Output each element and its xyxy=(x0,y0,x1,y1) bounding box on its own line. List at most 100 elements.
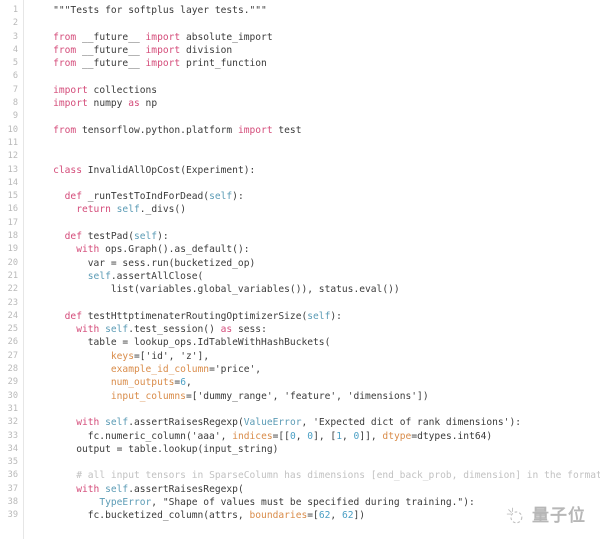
code-line[interactable]: 13 class InvalidAllOpCost(Experiment): xyxy=(0,164,600,177)
code-token: =[ xyxy=(185,390,198,402)
code-line[interactable]: 23 xyxy=(0,297,600,310)
code-token: =[ xyxy=(307,510,319,522)
code-line[interactable]: 21 self.assertAllClose( xyxy=(0,270,600,283)
code-token: , xyxy=(336,390,348,402)
code-token: """Tests for softplus layer tests.""" xyxy=(53,5,267,16)
code-line[interactable]: 28 example_id_column='price', xyxy=(0,363,600,376)
code-line[interactable]: 24 def testHttptimenaterRoutingOptimizer… xyxy=(0,310,600,323)
line-number: 17 xyxy=(7,217,18,228)
line-number: 3 xyxy=(12,31,18,42)
line-number: 29 xyxy=(7,377,18,388)
line-number: 36 xyxy=(7,470,18,481)
code-line[interactable]: 17 xyxy=(0,217,600,230)
code-token: tensorflow.python.platform xyxy=(76,124,238,136)
code-line[interactable]: 18 def testPad(self): xyxy=(0,230,600,243)
line-number: 19 xyxy=(7,244,18,255)
code-editor-content[interactable]: 1 """Tests for softplus layer tests.""" 2… xyxy=(0,0,600,523)
code-line[interactable]: 36 # all input tensors in SparseColumn h… xyxy=(0,469,600,482)
code-line[interactable]: 20 var = sess.run(bucketized_op) xyxy=(0,257,600,270)
code-line[interactable]: 31 xyxy=(0,403,600,416)
code-line[interactable]: 22 list(variables.global_variables()), s… xyxy=(0,283,600,296)
line-number: 11 xyxy=(7,137,18,148)
line-number: 33 xyxy=(7,430,18,441)
line-number: 22 xyxy=(7,284,18,295)
code-line-text: keys=['id', 'z'], xyxy=(18,350,209,363)
code-line[interactable]: 11 xyxy=(0,137,600,150)
code-token: __future__ xyxy=(76,31,146,43)
code-line[interactable]: 34 output = table.lookup(input_string) xyxy=(0,443,600,456)
code-line-text: import collections xyxy=(18,84,157,97)
code-line[interactable]: 32 with self.assertRaisesRegexp(ValueErr… xyxy=(0,416,600,429)
code-line-text: output = table.lookup(input_string) xyxy=(18,443,278,456)
code-token: _runTestToIndForDead( xyxy=(81,191,210,203)
line-number: 16 xyxy=(7,204,18,215)
code-token: 62 xyxy=(341,510,354,522)
code-line[interactable]: 1 """Tests for softplus layer tests.""" xyxy=(0,4,600,17)
code-token: num_outputs xyxy=(110,377,175,389)
code-token: as xyxy=(128,98,140,110)
code-line[interactable]: 15 def _runTestToIndForDead(self): xyxy=(0,190,600,203)
code-line[interactable]: 14 xyxy=(0,177,600,190)
code-token: fc.numeric_column( xyxy=(30,430,192,442)
code-line[interactable]: 37 with self.assertRaisesRegexp( xyxy=(0,483,600,496)
code-token: .assertAllClose( xyxy=(110,270,204,282)
code-line[interactable]: 10 from tensorflow.python.platform impor… xyxy=(0,124,600,137)
code-line[interactable]: 26 table = lookup_ops.IdTableWithHashBuc… xyxy=(0,336,600,349)
code-line-text: fc.numeric_column('aaa', indices=[[0, 0]… xyxy=(18,430,492,443)
code-line[interactable]: 33 fc.numeric_column('aaa', indices=[[0,… xyxy=(0,430,600,443)
code-line[interactable]: 2 xyxy=(0,17,600,30)
code-line[interactable]: 7 import collections xyxy=(0,84,600,97)
code-token: import xyxy=(145,58,181,70)
code-line[interactable]: 9 xyxy=(0,110,600,123)
code-token: def xyxy=(64,191,82,203)
line-number: 32 xyxy=(7,417,18,428)
code-token: ): xyxy=(330,310,342,322)
code-line[interactable]: 29 num_outputs=6, xyxy=(0,376,600,389)
code-token: table = lookup_ops.IdTableWithHashBucket… xyxy=(30,337,331,349)
code-token: sess: xyxy=(232,324,267,336)
code-editor-screenshot: 1 """Tests for softplus layer tests.""" 2… xyxy=(0,0,600,539)
code-line[interactable]: 19 with ops.Graph().as_default(): xyxy=(0,243,600,256)
line-number: 8 xyxy=(12,98,18,109)
code-line[interactable]: 4 from __future__ import division xyxy=(0,44,600,57)
code-line[interactable]: 12 xyxy=(0,150,600,163)
code-line[interactable]: 6 xyxy=(0,70,600,83)
code-token: as xyxy=(220,324,233,336)
code-line[interactable]: 25 with self.test_session() as sess: xyxy=(0,323,600,336)
code-line-text: example_id_column='price', xyxy=(18,363,261,376)
code-token: numpy xyxy=(87,98,129,110)
code-token: # all input tensors in SparseColumn has … xyxy=(76,470,600,482)
code-line[interactable]: 30 input_columns=['dummy_range', 'featur… xyxy=(0,390,600,403)
line-number: 26 xyxy=(7,337,18,348)
code-line[interactable]: 3 from __future__ import absolute_import xyxy=(0,31,600,44)
code-line[interactable]: 8 import numpy as np xyxy=(0,97,600,110)
line-number: 13 xyxy=(7,164,18,175)
code-token: ]) xyxy=(417,390,429,402)
code-token: ): xyxy=(157,231,169,243)
code-line[interactable]: 27 keys=['id', 'z'], xyxy=(0,350,600,363)
code-token: testHttptimenaterRoutingOptimizerSize( xyxy=(81,310,308,322)
code-line[interactable]: 5 from __future__ import print_function xyxy=(0,57,600,70)
code-line-text: with ops.Graph().as_default(): xyxy=(18,243,249,256)
code-token: ): xyxy=(463,496,475,508)
code-token: InvalidAllOpCost(Experiment): xyxy=(82,164,256,176)
code-token: .assertRaisesRegexp( xyxy=(128,483,244,495)
code-token: self xyxy=(105,417,129,429)
code-token: import xyxy=(145,44,181,56)
code-token: division xyxy=(180,44,233,56)
code-line-text: """Tests for softplus layer tests.""" xyxy=(18,4,267,17)
code-token: import xyxy=(145,31,181,43)
code-line-text: # all input tensors in SparseColumn has … xyxy=(18,469,600,482)
code-line[interactable]: 35 xyxy=(0,456,600,469)
line-number: 1 xyxy=(12,5,18,15)
code-token: "Shape of values must be specified durin… xyxy=(162,496,464,508)
code-line[interactable]: 16 return self._divs() xyxy=(0,203,600,216)
code-token: self xyxy=(87,270,111,282)
code-token: ): xyxy=(509,417,522,429)
